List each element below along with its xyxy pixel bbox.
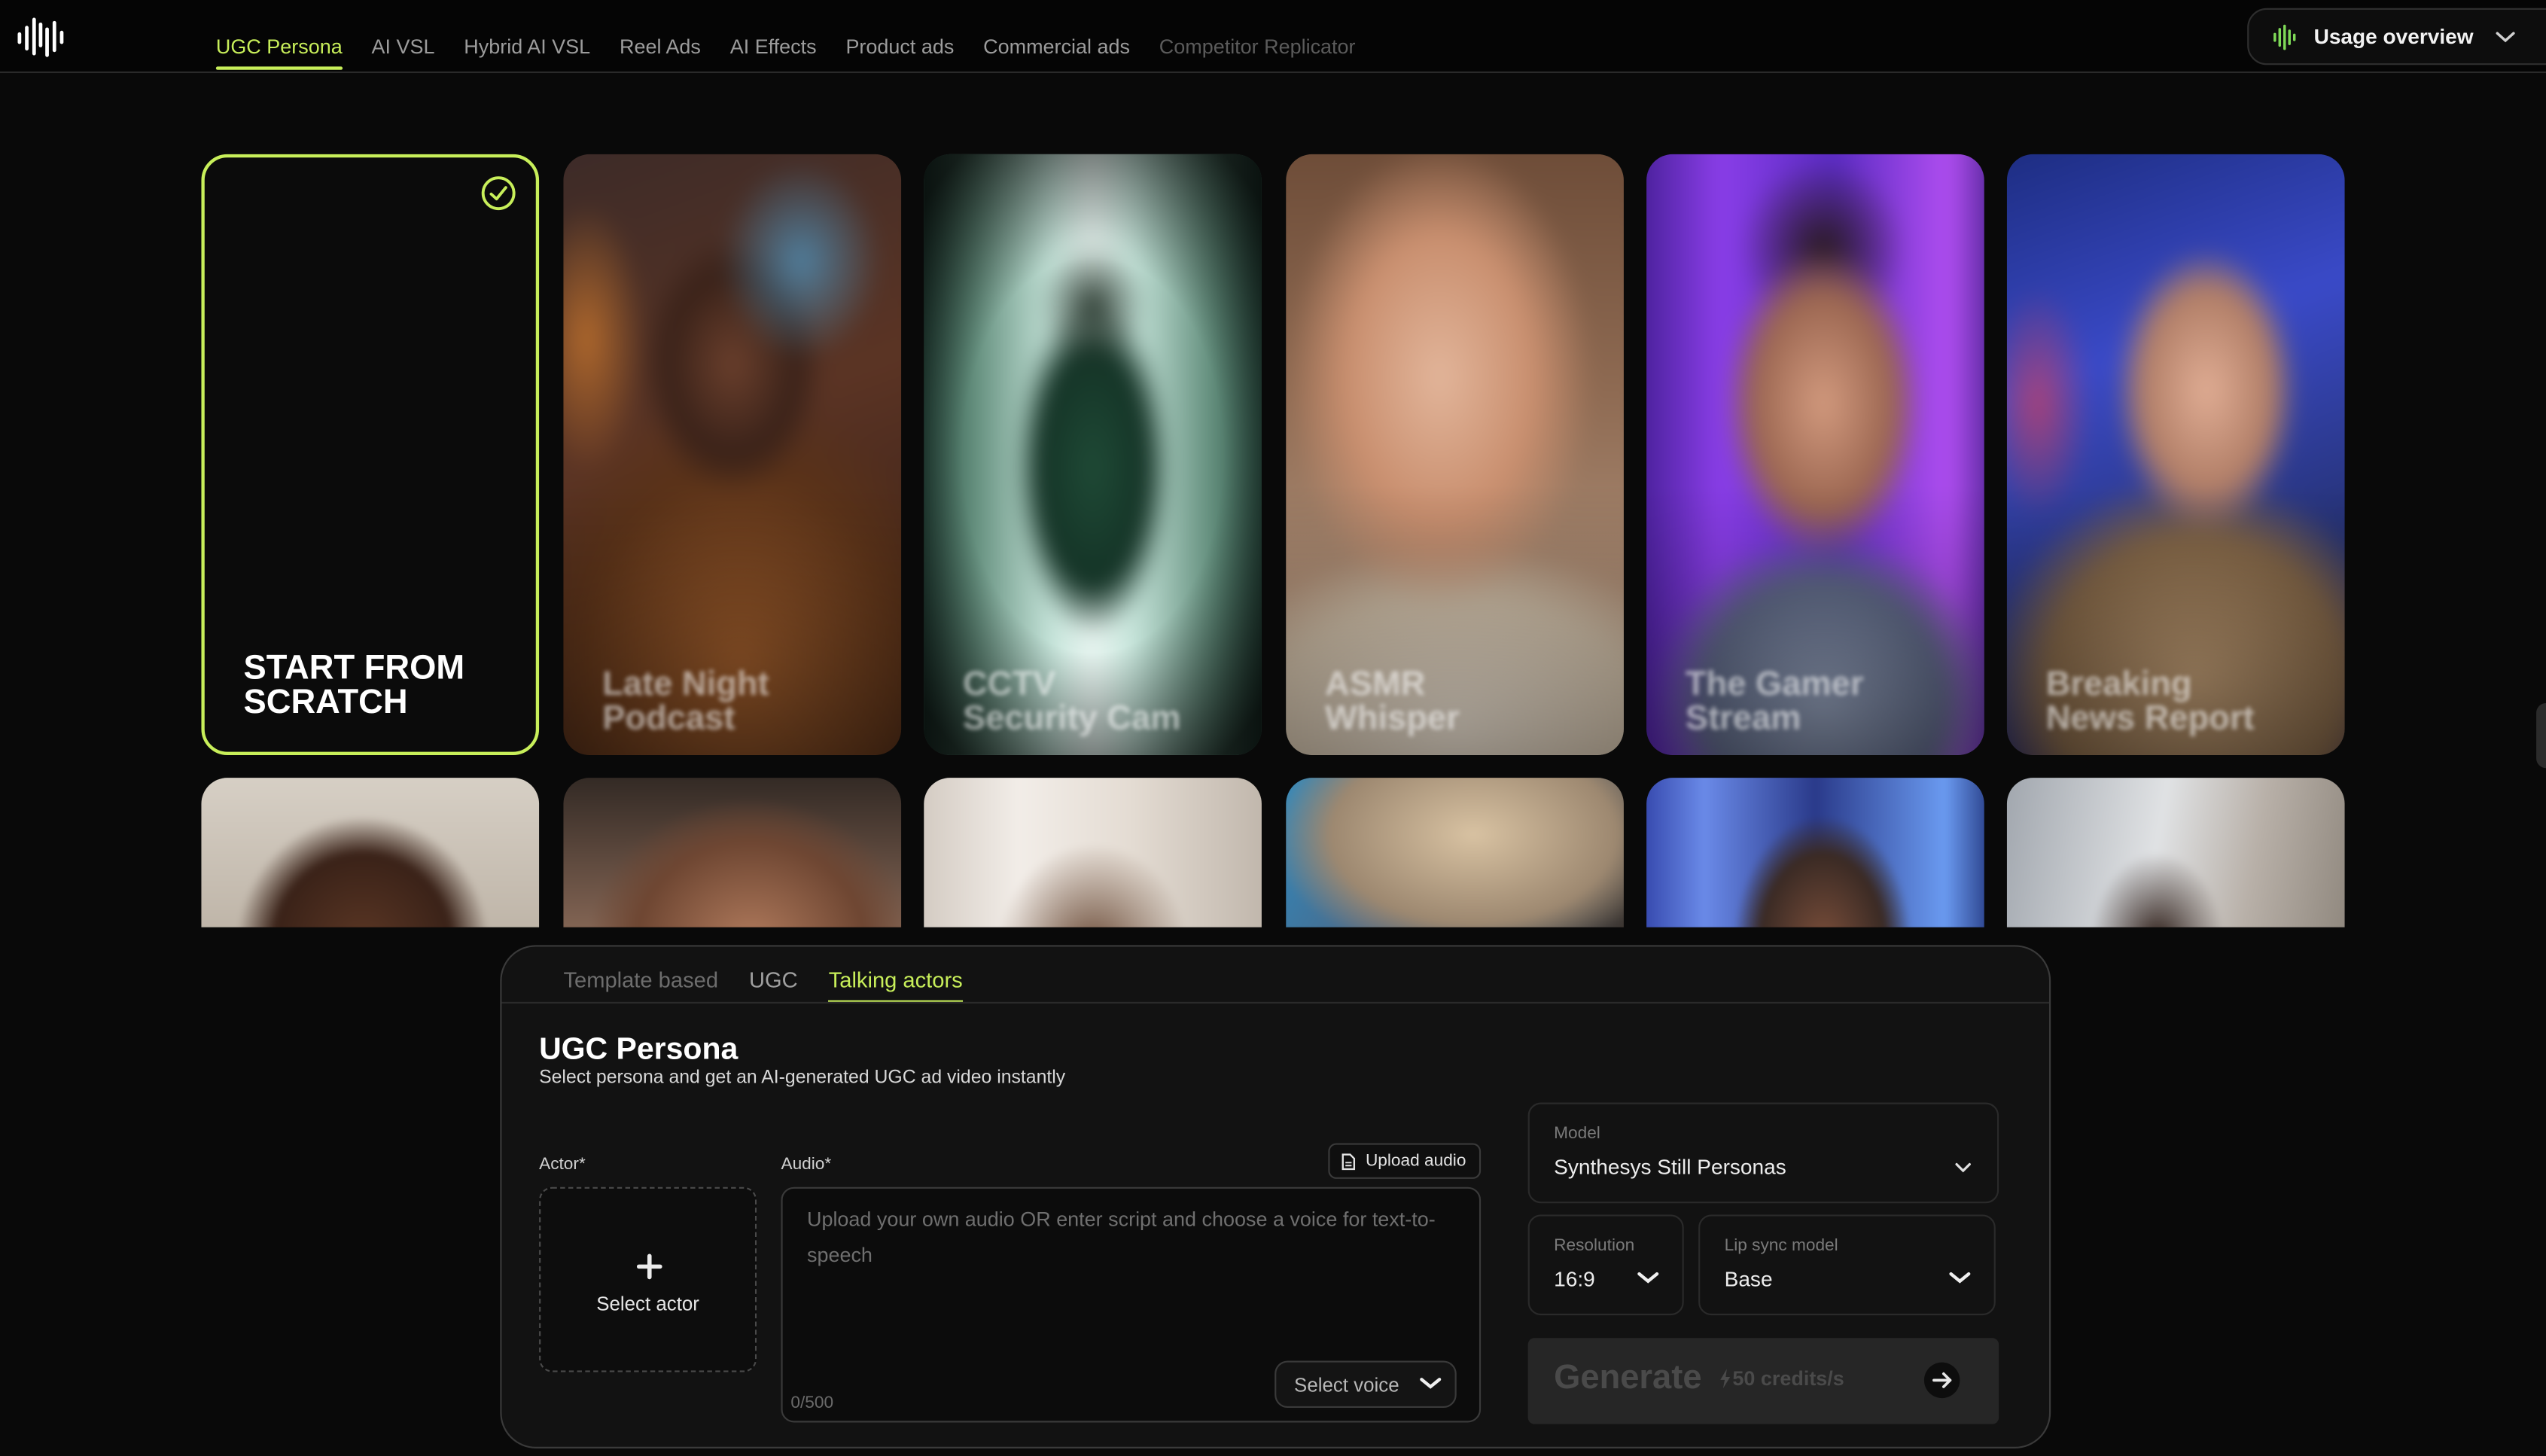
main-nav: UGC Persona AI VSL Hybrid AI VSL Reel Ad… bbox=[201, 0, 1369, 73]
card-title: Breaking News Report bbox=[2045, 666, 2255, 738]
lip-sync-caption: Lip sync model bbox=[1724, 1235, 1838, 1256]
generator-panel: Template based UGC Talking actors UGC Pe… bbox=[500, 945, 2051, 1448]
select-actor-button[interactable]: Select actor bbox=[539, 1186, 757, 1372]
chevron-down-icon bbox=[2496, 31, 2516, 42]
generate-label: Generate bbox=[1554, 1359, 1702, 1397]
select-actor-label: Select actor bbox=[596, 1292, 699, 1316]
check-circle-icon bbox=[481, 176, 516, 211]
template-thumbnail[interactable] bbox=[924, 778, 1262, 928]
model-value: Synthesys Still Personas bbox=[1554, 1154, 1786, 1179]
tab-talking-actors[interactable]: Talking actors bbox=[828, 968, 963, 1002]
lightning-icon bbox=[1720, 1369, 1731, 1389]
template-thumbnail[interactable] bbox=[1286, 778, 1624, 928]
nav-ai-vsl[interactable]: AI VSL bbox=[357, 0, 449, 73]
card-title: CCTV Security Cam bbox=[963, 666, 1181, 738]
waveform-icon bbox=[2273, 23, 2296, 50]
nav-hybrid-ai-vsl[interactable]: Hybrid AI VSL bbox=[449, 0, 605, 73]
card-title: ASMR Whisper bbox=[1325, 666, 1460, 738]
model-select[interactable]: Model Synthesys Still Personas bbox=[1527, 1102, 1999, 1204]
waveform-logo-icon[interactable] bbox=[14, 14, 66, 59]
start-from-scratch-card[interactable]: START FROM SCRATCH bbox=[201, 154, 540, 755]
template-card-the-gamer-stream[interactable]: The Gamer Stream bbox=[1646, 154, 1984, 755]
select-voice-dropdown[interactable]: Select voice bbox=[1275, 1360, 1457, 1409]
app-root: UGC Persona AI VSL Hybrid AI VSL Reel Ad… bbox=[0, 0, 2546, 1456]
resolution-caption: Resolution bbox=[1554, 1235, 1635, 1256]
audio-label: Audio* bbox=[781, 1154, 832, 1174]
generate-credits: 50 credits/s bbox=[1732, 1367, 1844, 1391]
file-icon bbox=[1342, 1153, 1356, 1170]
panel-title: UGC Persona bbox=[539, 1032, 739, 1068]
template-card-late-night-podcast[interactable]: Late Night Podcast bbox=[563, 154, 902, 755]
template-thumbnail[interactable] bbox=[563, 778, 902, 928]
lip-sync-value: Base bbox=[1724, 1266, 1773, 1291]
nav-commercial-ads[interactable]: Commercial ads bbox=[969, 0, 1145, 73]
model-caption: Model bbox=[1554, 1123, 1600, 1144]
template-thumbnail[interactable] bbox=[201, 778, 540, 928]
plus-icon bbox=[636, 1253, 662, 1280]
character-counter: 0/500 bbox=[790, 1393, 834, 1413]
nav-reel-ads[interactable]: Reel Ads bbox=[605, 0, 716, 73]
top-bar: UGC Persona AI VSL Hybrid AI VSL Reel Ad… bbox=[0, 0, 2546, 74]
nav-product-ads[interactable]: Product ads bbox=[831, 0, 969, 73]
chevron-down-icon bbox=[1420, 1378, 1442, 1389]
actor-label: Actor* bbox=[539, 1154, 586, 1174]
audio-script-textarea[interactable]: Upload your own audio OR enter script an… bbox=[781, 1186, 1482, 1423]
chevron-down-icon bbox=[1949, 1272, 1971, 1284]
card-title: Late Night Podcast bbox=[602, 666, 769, 738]
upload-audio-button[interactable]: Upload audio bbox=[1328, 1143, 1482, 1179]
nav-ugc-persona[interactable]: UGC Persona bbox=[201, 0, 357, 73]
lip-sync-model-select[interactable]: Lip sync model Base bbox=[1698, 1214, 1996, 1316]
tab-ugc[interactable]: UGC bbox=[749, 968, 798, 999]
template-thumbnail[interactable] bbox=[2006, 778, 2345, 928]
upload-audio-label: Upload audio bbox=[1365, 1151, 1466, 1171]
resolution-value: 16:9 bbox=[1554, 1266, 1595, 1291]
template-card-asmr-whisper[interactable]: ASMR Whisper bbox=[1286, 154, 1624, 755]
generate-button[interactable]: Generate 50 credits/s bbox=[1527, 1338, 1999, 1424]
usage-overview-button[interactable]: Usage overview bbox=[2247, 8, 2546, 65]
nav-competitor-replicator[interactable]: Competitor Replicator bbox=[1144, 0, 1370, 73]
chevron-down-icon bbox=[1955, 1162, 1971, 1173]
template-card-breaking-news-report[interactable]: Breaking News Report bbox=[2006, 154, 2345, 755]
template-card-cctv-security-cam[interactable]: CCTV Security Cam bbox=[924, 154, 1262, 755]
side-drawer-handle[interactable] bbox=[2536, 702, 2546, 769]
panel-tabs: Template based UGC Talking actors bbox=[563, 968, 993, 1002]
audio-placeholder: Upload your own audio OR enter script an… bbox=[806, 1208, 1436, 1267]
tab-template-based[interactable]: Template based bbox=[563, 968, 718, 999]
card-title: START FROM SCRATCH bbox=[243, 649, 465, 721]
panel-subtitle: Select persona and get an AI-generated U… bbox=[539, 1068, 1066, 1089]
nav-ai-effects[interactable]: AI Effects bbox=[715, 0, 831, 73]
template-thumbnail[interactable] bbox=[1646, 778, 1984, 928]
usage-overview-label: Usage overview bbox=[2313, 24, 2474, 49]
select-voice-label: Select voice bbox=[1294, 1372, 1399, 1396]
chevron-down-icon bbox=[1637, 1272, 1659, 1284]
resolution-select[interactable]: Resolution 16:9 bbox=[1527, 1214, 1684, 1316]
card-title: The Gamer Stream bbox=[1685, 666, 1864, 738]
arrow-right-icon bbox=[1923, 1362, 1960, 1399]
tabs-divider bbox=[501, 1001, 2050, 1004]
